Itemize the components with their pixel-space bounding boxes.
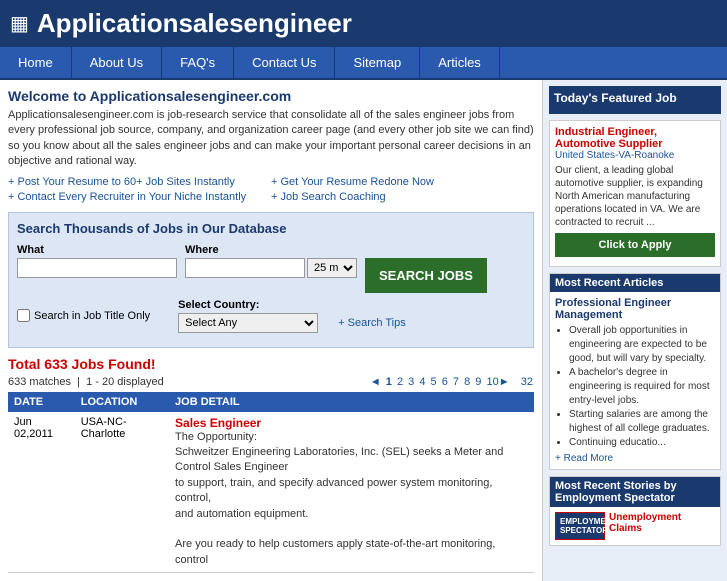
country-select[interactable]: Select Any: [178, 313, 318, 333]
featured-heading: Today's Featured Job: [554, 91, 716, 105]
right-sidebar: Today's Featured Job Industrial Engineer…: [542, 80, 727, 581]
main-nav: Home About Us FAQ's Contact Us Sitemap A…: [0, 47, 727, 80]
spectator-row: EMPLOYMENT SPECTATOR Unemployment Claims: [555, 512, 715, 540]
spectator-content: Unemployment Claims: [609, 512, 715, 534]
article-bullets: Overall job opportunities in engineering…: [569, 324, 715, 450]
search-row-options: Search in Job Title Only Select Country:…: [17, 299, 525, 333]
header: ▦ Applicationsalesengineer: [0, 0, 727, 47]
search-section: Search Thousands of Jobs in Our Database…: [8, 212, 534, 348]
promo-links: + Post Your Resume to 60+ Job Sites Inst…: [8, 176, 534, 206]
article-bullet-4: Continuing educatio...: [569, 436, 715, 450]
pagination-6[interactable]: 6: [442, 376, 448, 388]
pagination-1[interactable]: 1: [386, 376, 392, 388]
pagination-9[interactable]: 9: [475, 376, 481, 388]
pagination-7[interactable]: 7: [453, 376, 459, 388]
pagination-last[interactable]: 32: [521, 376, 533, 388]
table-row: Jun 02,2011 USA-NC-Charlotte Sales Engin…: [8, 412, 534, 573]
nav-sitemap[interactable]: Sitemap: [335, 47, 420, 78]
main-container: Welcome to Applicationsalesengineer.com …: [0, 80, 727, 581]
read-more-link[interactable]: + Read More: [555, 453, 613, 464]
what-field: What: [17, 244, 177, 278]
search-jobs-button[interactable]: SEARCH JOBS: [365, 258, 487, 293]
results-section: Total 633 Jobs Found! 633 matches | 1 - …: [8, 356, 534, 574]
country-select-group: Select Country: Select Any + Search Tips: [178, 299, 406, 333]
table-header-row: DATE LOCATION JOB DETAIL: [8, 392, 534, 412]
contact-recruiter-link[interactable]: + Contact Every Recruiter in Your Niche …: [8, 191, 271, 203]
featured-job-desc: Our client, a leading global automotive …: [555, 164, 715, 229]
article-bullet-3: Starting salaries are among the highest …: [569, 408, 715, 436]
articles-heading: Most Recent Articles: [550, 274, 720, 292]
site-title: Applicationsalesengineer: [37, 8, 352, 39]
what-input[interactable]: [17, 258, 177, 278]
job-title-only-checkbox[interactable]: [17, 309, 30, 322]
pagination-4[interactable]: 4: [419, 376, 425, 388]
article-title[interactable]: Professional Engineer Management: [555, 297, 715, 321]
job-title[interactable]: Sales Engineer: [175, 416, 528, 430]
pagination-2[interactable]: 2: [397, 376, 403, 388]
featured-job-header: Today's Featured Job: [549, 86, 721, 114]
nav-contact[interactable]: Contact Us: [234, 47, 335, 78]
recent-articles-section: Most Recent Articles Professional Engine…: [549, 273, 721, 470]
nav-home[interactable]: Home: [0, 47, 72, 78]
pagination: ◄ 1 2 3 4 5 6 7 8 9 10► 32: [369, 376, 534, 388]
featured-job-location: United States-VA-Roanoke: [555, 150, 715, 161]
pagination-prev[interactable]: ◄: [370, 376, 381, 388]
results-heading: Total 633 Jobs Found!: [8, 356, 534, 372]
featured-job-title[interactable]: Industrial Engineer, Automotive Supplier: [555, 126, 715, 150]
spectator-heading: Most Recent Stories by Employment Specta…: [550, 477, 720, 507]
nav-about[interactable]: About Us: [72, 47, 162, 78]
pagination-8[interactable]: 8: [464, 376, 470, 388]
nav-articles[interactable]: Articles: [420, 47, 500, 78]
where-label: Where: [185, 244, 357, 256]
search-row-main: What Where 25 mi 10 mi 50 mi 100 mi: [17, 244, 525, 293]
search-heading: Search Thousands of Jobs in Our Database: [17, 221, 525, 236]
where-input[interactable]: [185, 258, 305, 278]
spectator-section: Most Recent Stories by Employment Specta…: [549, 476, 721, 546]
promo-links-right: + Get Your Resume Redone Now + Job Searc…: [271, 176, 534, 206]
country-label: Select Country:: [178, 299, 406, 311]
article-bullet-2: A bachelor's degree in engineering is re…: [569, 366, 715, 408]
col-detail: JOB DETAIL: [169, 392, 534, 412]
promo-links-left: + Post Your Resume to 60+ Job Sites Inst…: [8, 176, 271, 206]
welcome-body: Applicationsalesengineer.com is job-rese…: [8, 108, 534, 170]
apply-button[interactable]: Click to Apply: [555, 233, 715, 257]
country-row: Select Country: Select Any + Search Tips: [178, 299, 406, 333]
job-title-checkbox-row: Search in Job Title Only: [17, 309, 150, 322]
featured-job-card: Industrial Engineer, Automotive Supplier…: [549, 120, 721, 267]
welcome-section: Welcome to Applicationsalesengineer.com …: [8, 88, 534, 206]
pagination-5[interactable]: 5: [431, 376, 437, 388]
pagination-10[interactable]: 10►: [486, 376, 509, 388]
left-content: Welcome to Applicationsalesengineer.com …: [0, 80, 542, 581]
job-coaching-link[interactable]: + Job Search Coaching: [271, 191, 534, 203]
job-detail: Sales Engineer The Opportunity:Schweitze…: [169, 412, 534, 573]
what-label: What: [17, 244, 177, 256]
job-description: The Opportunity:Schweitzer Engineering L…: [175, 430, 528, 569]
miles-select[interactable]: 25 mi 10 mi 50 mi 100 mi: [307, 258, 357, 278]
results-info: 633 matches | 1 - 20 displayed: [8, 376, 164, 388]
post-resume-link[interactable]: + Post Your Resume to 60+ Job Sites Inst…: [8, 176, 271, 188]
job-date: Jun 02,2011: [8, 412, 75, 573]
jobs-table: DATE LOCATION JOB DETAIL Jun 02,2011 USA…: [8, 392, 534, 574]
col-location: LOCATION: [75, 392, 169, 412]
display-range: 1 - 20 displayed: [86, 376, 164, 388]
logo-icon: ▦: [10, 11, 29, 36]
spectator-article-title[interactable]: Unemployment Claims: [609, 512, 715, 534]
search-tips-link[interactable]: + Search Tips: [338, 317, 406, 329]
nav-faq[interactable]: FAQ's: [162, 47, 234, 78]
col-date: DATE: [8, 392, 75, 412]
job-location: USA-NC-Charlotte: [75, 412, 169, 573]
pagination-3[interactable]: 3: [408, 376, 414, 388]
spectator-logo: EMPLOYMENT SPECTATOR: [555, 512, 605, 540]
article-bullet-1: Overall job opportunities in engineering…: [569, 324, 715, 366]
resume-redone-link[interactable]: + Get Your Resume Redone Now: [271, 176, 534, 188]
matches-count: 633 matches: [8, 376, 71, 388]
job-title-only-label: Search in Job Title Only: [34, 310, 150, 322]
welcome-heading: Welcome to Applicationsalesengineer.com: [8, 88, 534, 104]
where-field: Where 25 mi 10 mi 50 mi 100 mi: [185, 244, 357, 278]
